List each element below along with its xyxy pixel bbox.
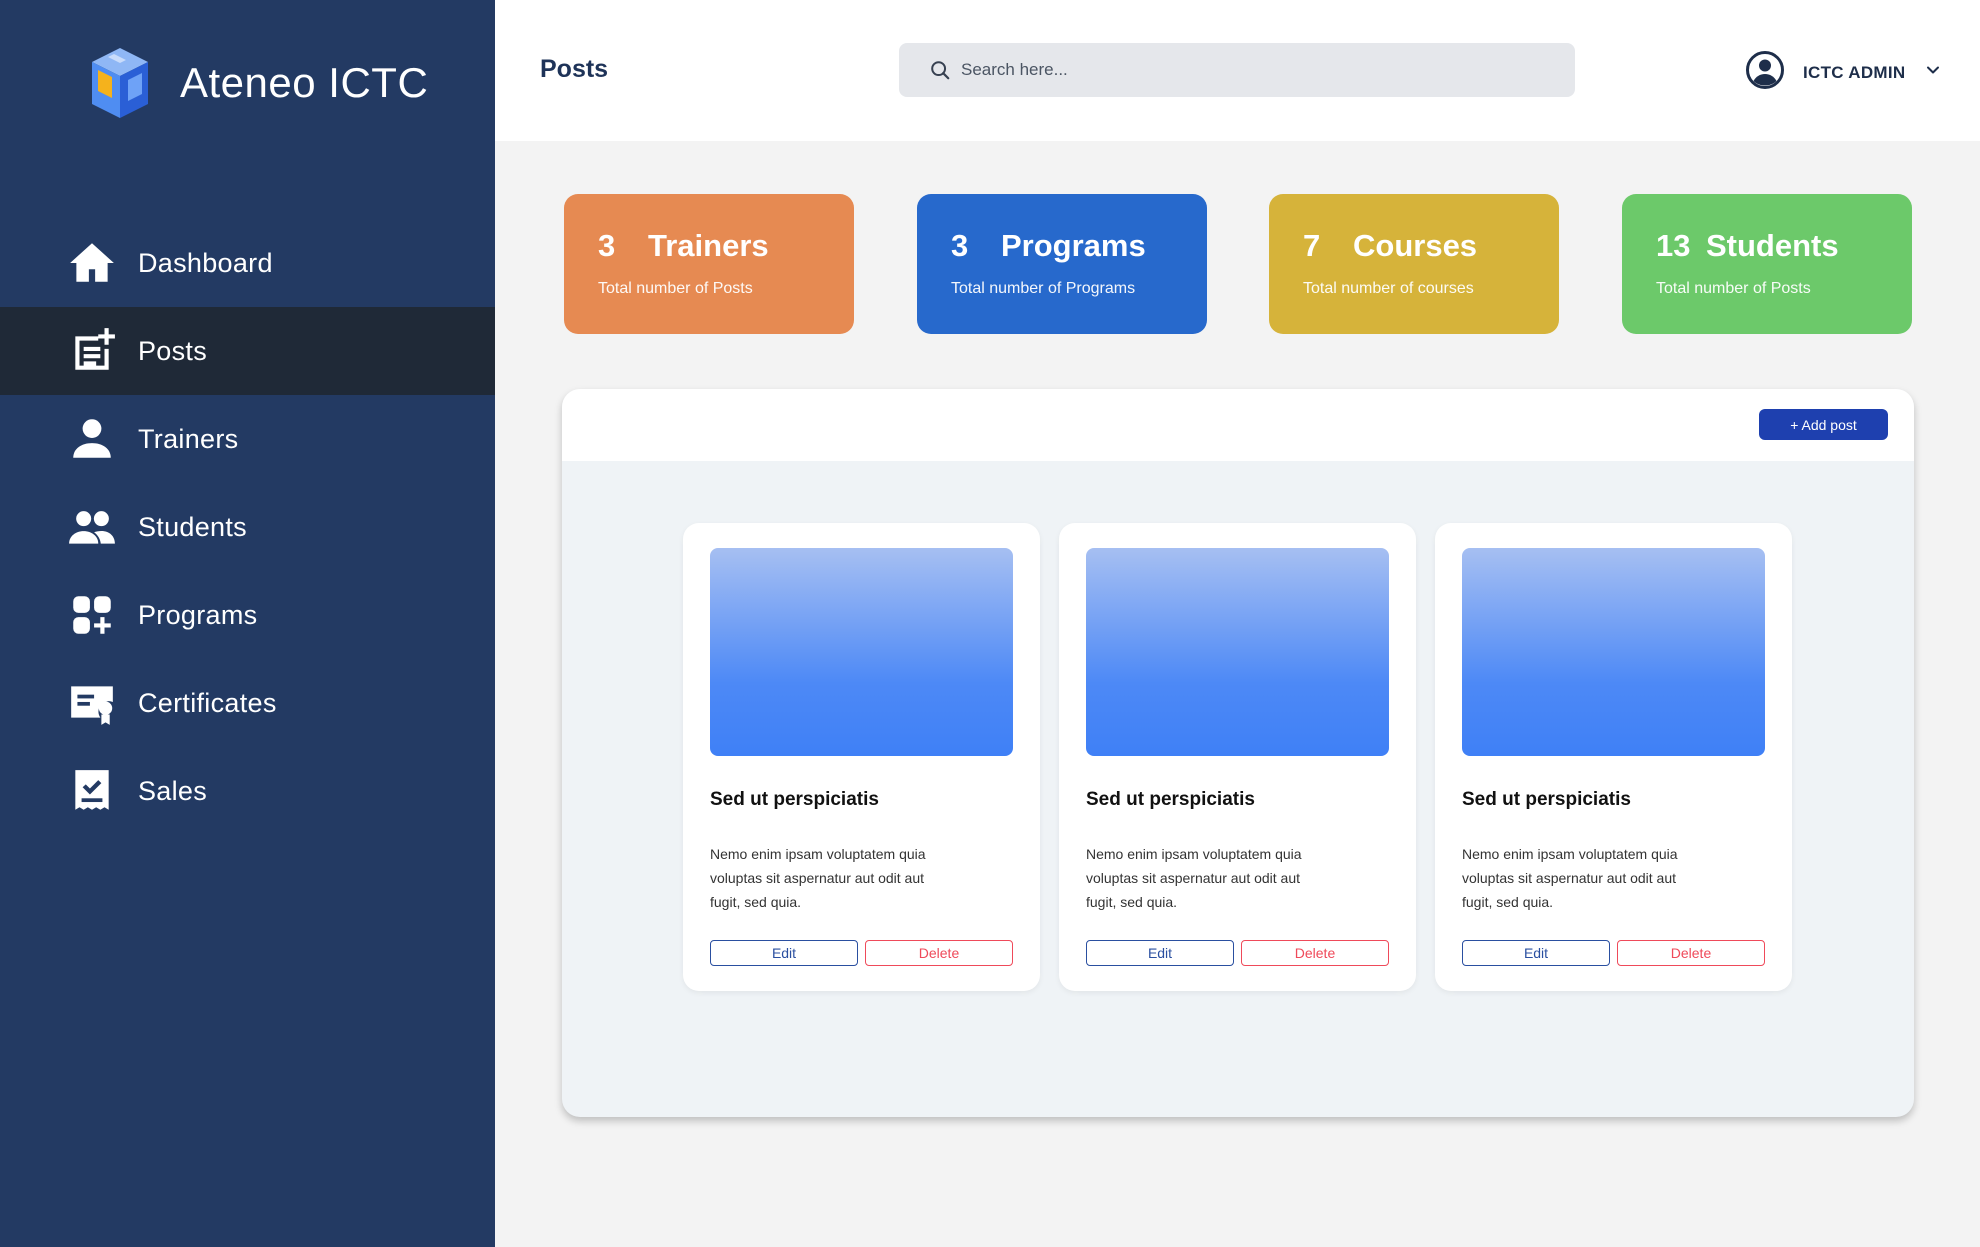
users-icon bbox=[64, 499, 120, 555]
delete-post-button[interactable]: Delete bbox=[1617, 940, 1765, 966]
stat-subtitle: Total number of courses bbox=[1303, 280, 1474, 297]
certificate-icon bbox=[64, 675, 120, 731]
stat-card-courses[interactable]: 7 Courses Total number of courses bbox=[1269, 194, 1559, 334]
brand-logo[interactable]: Ateneo ICTC bbox=[84, 44, 428, 122]
brand-name: Ateneo ICTC bbox=[180, 59, 429, 106]
edit-post-button[interactable]: Edit bbox=[710, 940, 858, 966]
stat-title: Trainers bbox=[648, 228, 769, 263]
post-card: Sed ut perspiciatis Nemo enim ipsam volu… bbox=[1059, 523, 1416, 991]
sidebar-item-label: Certificates bbox=[138, 687, 277, 718]
add-post-button[interactable]: + Add post bbox=[1759, 409, 1888, 440]
user-icon bbox=[64, 411, 120, 467]
sidebar-item-label: Dashboard bbox=[138, 247, 273, 278]
ictc-cube-logo-icon bbox=[92, 48, 148, 118]
post-body: Nemo enim ipsam voluptatem quia voluptas… bbox=[1462, 846, 1678, 910]
chevron-down-icon[interactable] bbox=[1905, 62, 1941, 83]
stat-card-students[interactable]: 13 Students Total number of Posts bbox=[1622, 194, 1912, 334]
delete-post-button[interactable]: Delete bbox=[1241, 940, 1389, 966]
post-title: Sed ut perspiciatis bbox=[1462, 789, 1631, 810]
sidebar-item-label: Programs bbox=[138, 599, 258, 630]
posts-panel-header: + Add post bbox=[562, 389, 1914, 461]
stat-number: 7 bbox=[1303, 228, 1321, 263]
post-image-placeholder bbox=[710, 548, 1013, 756]
sidebar: Ateneo ICTC Dashboard Posts Trainers Stu… bbox=[0, 0, 495, 1247]
receipt-check-icon bbox=[64, 763, 120, 819]
post-card: Sed ut perspiciatis Nemo enim ipsam volu… bbox=[1435, 523, 1792, 991]
sidebar-item-students[interactable]: Students bbox=[0, 483, 495, 571]
sidebar-item-label: Sales bbox=[138, 775, 208, 806]
stat-number: 3 bbox=[598, 228, 616, 263]
page-title: Posts bbox=[540, 55, 609, 83]
post-body: Nemo enim ipsam voluptatem quia voluptas… bbox=[710, 846, 926, 910]
user-menu[interactable]: ICTC ADMIN bbox=[1745, 50, 1941, 95]
stat-title: Courses bbox=[1353, 228, 1478, 263]
stat-number: 13 bbox=[1656, 228, 1691, 263]
post-image-placeholder bbox=[1462, 548, 1765, 756]
sidebar-item-certificates[interactable]: Certificates bbox=[0, 659, 495, 747]
sidebar-nav: Dashboard Posts Trainers Students Progra… bbox=[0, 219, 495, 835]
home-icon bbox=[64, 235, 120, 291]
sidebar-item-label: Students bbox=[138, 511, 247, 542]
sidebar-item-programs[interactable]: Programs bbox=[0, 571, 495, 659]
post-body: Nemo enim ipsam voluptatem quia voluptas… bbox=[1086, 846, 1302, 910]
user-avatar-icon bbox=[1745, 50, 1785, 95]
stat-card-programs[interactable]: 3 Programs Total number of Programs bbox=[917, 194, 1207, 334]
stat-title: Students bbox=[1706, 228, 1839, 263]
sidebar-item-posts[interactable]: Posts bbox=[0, 307, 495, 395]
stat-number: 3 bbox=[951, 228, 969, 263]
top-header: Posts ICTC ADMIN bbox=[495, 0, 1980, 141]
apps-add-icon bbox=[64, 587, 120, 643]
post-title: Sed ut perspiciatis bbox=[710, 789, 879, 810]
search-icon bbox=[931, 61, 950, 80]
search-input[interactable] bbox=[961, 60, 1561, 80]
sidebar-item-dashboard[interactable]: Dashboard bbox=[0, 219, 495, 307]
posts-icon bbox=[64, 323, 120, 379]
post-image-placeholder bbox=[1086, 548, 1389, 756]
stat-subtitle: Total number of Posts bbox=[1656, 280, 1811, 297]
stat-subtitle: Total number of Posts bbox=[598, 280, 753, 297]
edit-post-button[interactable]: Edit bbox=[1086, 940, 1234, 966]
edit-post-button[interactable]: Edit bbox=[1462, 940, 1610, 966]
post-card: Sed ut perspiciatis Nemo enim ipsam volu… bbox=[683, 523, 1040, 991]
stat-subtitle: Total number of Programs bbox=[951, 280, 1136, 297]
sidebar-item-label: Posts bbox=[138, 335, 208, 366]
stat-card-trainers[interactable]: 3 Trainers Total number of Posts bbox=[564, 194, 854, 334]
delete-post-button[interactable]: Delete bbox=[865, 940, 1013, 966]
search-bar[interactable] bbox=[899, 43, 1575, 97]
sidebar-item-trainers[interactable]: Trainers bbox=[0, 395, 495, 483]
user-name: ICTC ADMIN bbox=[1803, 62, 1906, 82]
post-title: Sed ut perspiciatis bbox=[1086, 789, 1255, 810]
sidebar-item-label: Trainers bbox=[138, 423, 239, 454]
stat-title: Programs bbox=[1001, 228, 1146, 263]
sidebar-item-sales[interactable]: Sales bbox=[0, 747, 495, 835]
